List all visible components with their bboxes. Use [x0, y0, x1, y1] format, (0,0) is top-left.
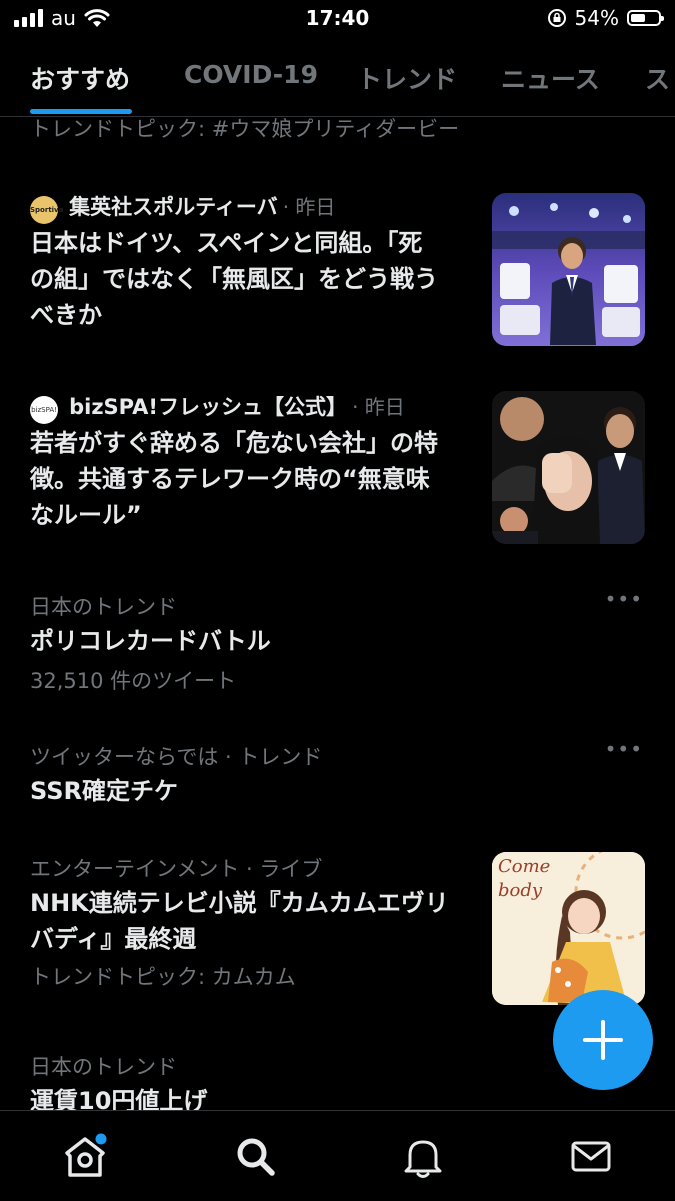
trend-item[interactable]: ツイッターならでは · トレンド ••• SSR確定チケ: [0, 737, 675, 817]
compose-button[interactable]: [553, 990, 653, 1090]
live-topic: トレンドトピック: カムカム: [30, 965, 296, 989]
headline-line: 日本はドイツ、スペインと同組。「死: [30, 229, 423, 257]
trend-title: SSR確定チケ: [30, 777, 178, 805]
trend-count: 32,510 件のツイート: [30, 669, 237, 693]
headline-line: なルール”: [30, 501, 142, 529]
trend-title: ポリコレカードバトル: [30, 627, 271, 655]
nav-messages[interactable]: [566, 1131, 616, 1181]
explore-tabs: おすすめ COVID-19 トレンド ニュース ス: [0, 44, 675, 117]
tab-news[interactable]: ニュース: [501, 60, 600, 96]
nav-home[interactable]: [60, 1131, 110, 1181]
news-thumbnail: [492, 391, 645, 544]
tab-recommended[interactable]: おすすめ: [30, 60, 130, 96]
tab-sports[interactable]: ス: [645, 60, 670, 96]
notification-dot: [95, 1133, 107, 1145]
news-headline: 日本はドイツ、スペインと同組。「死 の組」ではなく「無風区」をどう戦う べきか: [30, 225, 480, 333]
partial-topic[interactable]: トレンドトピック: #ウマ娘プリティダービー: [30, 117, 459, 143]
news-headline: 若者がすぐ辞める「危ない会社」の特 徴。共通するテレワーク時の“無意味 なルール…: [30, 425, 480, 533]
explore-feed[interactable]: トレンドトピック: #ウマ娘プリティダービー Sportiva 集英社スポルティ…: [0, 117, 675, 1110]
trend-context: ツイッターならでは · トレンド: [30, 745, 323, 769]
mail-icon: [571, 1141, 611, 1172]
more-icon[interactable]: •••: [605, 587, 643, 611]
collage-photo: [492, 391, 645, 544]
tab-indicator: [30, 109, 132, 114]
bottom-nav: [0, 1110, 675, 1201]
tab-trends[interactable]: トレンド: [357, 60, 457, 96]
thumb-text: Come: [498, 856, 551, 877]
source-avatar: bizSPA!: [30, 395, 58, 424]
headline-line: 徴。共通するテレワーク時の“無意味: [30, 465, 430, 493]
news-time: · 昨日: [282, 195, 336, 219]
live-event-item[interactable]: エンターテインメント · ライブ NHK連続テレビ小説『カムカムエヴリ バディ』…: [0, 849, 675, 1019]
search-icon: [237, 1138, 275, 1176]
source-name: 集英社スポルティーバ: [69, 195, 278, 219]
news-thumbnail: [492, 193, 645, 346]
headline-line: べきか: [30, 301, 102, 329]
battery-percent: 54%: [574, 6, 619, 30]
bell-icon: [404, 1140, 442, 1178]
trend-context: 日本のトレンド: [30, 595, 177, 619]
trend-title: 運賃10円値上げ: [30, 1087, 208, 1110]
tab-covid[interactable]: COVID-19: [184, 60, 318, 89]
live-title: NHK連続テレビ小説『カムカムエヴリ バディ』最終週: [30, 885, 480, 957]
status-bar: au 17:40 54%: [0, 0, 675, 38]
news-item[interactable]: bizSPA! bizSPA!フレッシュ【公式】 · 昨日 若者がすぐ辞める「危…: [0, 387, 675, 557]
live-thumbnail: Come body: [492, 852, 645, 1005]
title-line: バディ』最終週: [30, 925, 197, 953]
news-source-row: Sportiva 集英社スポルティーバ · 昨日: [30, 191, 335, 224]
live-context: エンターテインメント · ライブ: [30, 857, 323, 881]
trend-item[interactable]: 日本のトレンド ••• ポリコレカードバトル 32,510 件のツイート: [0, 587, 675, 697]
more-icon[interactable]: •••: [605, 737, 643, 761]
nav-notifications[interactable]: [398, 1131, 448, 1181]
headline-line: の組」ではなく「無風区」をどう戦う: [30, 265, 438, 293]
source-name: bizSPA!フレッシュ【公式】: [69, 395, 347, 419]
battery-fill: [631, 14, 646, 22]
battery-icon: [627, 10, 664, 26]
news-source-row: bizSPA! bizSPA!フレッシュ【公式】 · 昨日: [30, 391, 405, 424]
title-line: NHK連続テレビ小説『カムカムエヴリ: [30, 889, 449, 917]
nav-search[interactable]: [230, 1131, 280, 1181]
status-right: 54%: [547, 6, 664, 30]
news-item[interactable]: Sportiva 集英社スポルティーバ · 昨日 日本はドイツ、スペインと同組。…: [0, 187, 675, 357]
trend-context: 日本のトレンド: [30, 1055, 177, 1079]
home-icon: [65, 1133, 107, 1177]
source-avatar: Sportiva: [30, 195, 63, 224]
conference-photo: [492, 193, 645, 346]
thumb-text: body: [498, 880, 543, 901]
headline-line: 若者がすぐ辞める「危ない会社」の特: [30, 429, 438, 457]
news-time: · 昨日: [352, 395, 405, 419]
orientation-lock-icon: [547, 9, 566, 27]
